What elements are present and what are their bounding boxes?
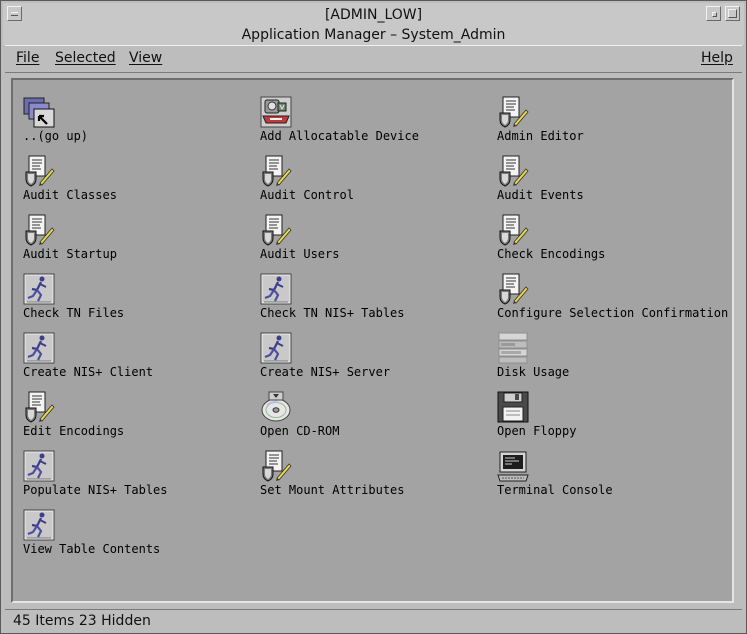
app-item-label: Disk Usage xyxy=(497,365,570,379)
app-item-label: Add Allocatable Device xyxy=(260,129,419,143)
shield-document-icon[interactable] xyxy=(497,214,529,246)
runner-icon[interactable] xyxy=(260,273,292,305)
window-title: [ADMIN_LOW] xyxy=(324,7,423,23)
app-item-create-nis-server[interactable]: Create NIS+ Server xyxy=(260,332,490,388)
device-icon[interactable] xyxy=(260,96,292,128)
app-item-label: Open Floppy xyxy=(497,424,577,438)
floppy-icon[interactable] xyxy=(497,391,529,423)
app-item-view-table-contents[interactable]: View Table Contents xyxy=(23,509,253,565)
app-item-audit-startup[interactable]: Audit Startup xyxy=(23,214,253,270)
terminal-icon[interactable] xyxy=(497,450,529,482)
app-item-label: Open CD-ROM xyxy=(260,424,340,438)
app-item-label: ..(go up) xyxy=(23,129,89,143)
app-item-label: Create NIS+ Client xyxy=(23,365,154,379)
shield-document-icon[interactable] xyxy=(260,155,292,187)
shield-document-icon[interactable] xyxy=(497,273,529,305)
app-item-label: Check TN Files xyxy=(23,306,125,320)
app-item-label: Check TN NIS+ Tables xyxy=(260,306,405,320)
app-item-open-floppy[interactable]: Open Floppy xyxy=(497,391,727,447)
app-item-label: Admin Editor xyxy=(497,129,584,143)
shield-document-icon[interactable] xyxy=(23,391,55,423)
app-item-label: Terminal Console xyxy=(497,483,613,497)
cdrom-icon[interactable] xyxy=(260,391,292,423)
app-item-check-tn-files[interactable]: Check TN Files xyxy=(23,273,253,329)
app-item-go-up[interactable]: ..(go up) xyxy=(23,96,253,152)
app-item-label: Audit Events xyxy=(497,188,584,202)
app-item-create-nis-client[interactable]: Create NIS+ Client xyxy=(23,332,253,388)
app-item-label: Audit Control xyxy=(260,188,354,202)
app-item-terminal-console[interactable]: Terminal Console xyxy=(497,450,727,506)
maximize-button[interactable] xyxy=(725,6,740,21)
app-item-label: View Table Contents xyxy=(23,542,161,556)
title-bar[interactable]: [ADMIN_LOW] xyxy=(3,3,744,26)
menu-help[interactable]: Help xyxy=(701,50,733,66)
app-item-admin-editor[interactable]: Admin Editor xyxy=(497,96,727,152)
app-item-label: Create NIS+ Server xyxy=(260,365,391,379)
shield-document-icon[interactable] xyxy=(260,450,292,482)
application-icon-pane: ..(go up) Add Allocatable Device Admin Edi… xyxy=(11,78,734,603)
app-item-add-allocatable-device[interactable]: Add Allocatable Device xyxy=(260,96,490,152)
app-item-label: Check Encodings xyxy=(497,247,606,261)
app-item-label: Edit Encodings xyxy=(23,424,125,438)
app-item-configure-selection-confirmation[interactable]: Configure Selection Confirmation xyxy=(497,273,729,329)
shield-document-icon[interactable] xyxy=(497,96,529,128)
app-item-open-cd-rom[interactable]: Open CD-ROM xyxy=(260,391,490,447)
app-item-disk-usage[interactable]: Disk Usage xyxy=(497,332,727,388)
app-item-set-mount-attributes[interactable]: Set Mount Attributes xyxy=(260,450,490,506)
menu-selected[interactable]: Selected xyxy=(55,50,116,66)
status-bar: 45 Items 23 Hidden xyxy=(5,609,742,632)
app-item-audit-events[interactable]: Audit Events xyxy=(497,155,727,211)
menu-view[interactable]: View xyxy=(129,50,162,66)
folder-up-icon[interactable] xyxy=(23,96,55,128)
app-manager-window: [ADMIN_LOW] Application Manager – System… xyxy=(0,0,747,634)
app-item-populate-nis-tables[interactable]: Populate NIS+ Tables xyxy=(23,450,253,506)
app-item-label: Audit Startup xyxy=(23,247,117,261)
status-text: 45 Items 23 Hidden xyxy=(13,613,151,629)
app-item-edit-encodings[interactable]: Edit Encodings xyxy=(23,391,253,447)
app-item-label: Configure Selection Confirmation xyxy=(497,306,729,320)
disk-usage-icon[interactable] xyxy=(497,332,529,364)
app-item-audit-classes[interactable]: Audit Classes xyxy=(23,155,253,211)
app-item-label: Set Mount Attributes xyxy=(260,483,405,497)
app-item-label: Audit Users xyxy=(260,247,340,261)
runner-icon[interactable] xyxy=(23,273,55,305)
runner-icon[interactable] xyxy=(23,450,55,482)
menu-file[interactable]: File xyxy=(16,50,39,66)
shield-document-icon[interactable] xyxy=(260,214,292,246)
app-item-audit-control[interactable]: Audit Control xyxy=(260,155,490,211)
runner-icon[interactable] xyxy=(23,509,55,541)
shield-document-icon[interactable] xyxy=(23,214,55,246)
runner-icon[interactable] xyxy=(23,332,55,364)
window-subtitle: Application Manager – System_Admin xyxy=(3,25,744,45)
app-item-check-tn-nis-tables[interactable]: Check TN NIS+ Tables xyxy=(260,273,490,329)
app-item-label: Populate NIS+ Tables xyxy=(23,483,168,497)
menubar: File Selected View Help xyxy=(5,45,742,73)
minimize-button[interactable] xyxy=(706,6,721,21)
app-item-check-encodings[interactable]: Check Encodings xyxy=(497,214,727,270)
app-item-audit-users[interactable]: Audit Users xyxy=(260,214,490,270)
app-item-label: Audit Classes xyxy=(23,188,117,202)
shield-document-icon[interactable] xyxy=(23,155,55,187)
shield-document-icon[interactable] xyxy=(497,155,529,187)
runner-icon[interactable] xyxy=(260,332,292,364)
